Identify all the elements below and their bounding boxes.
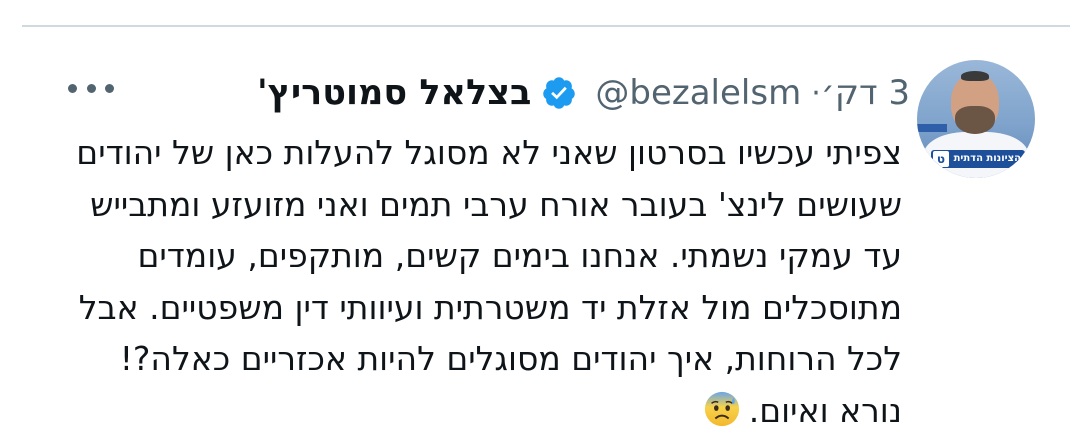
- tweet-text-last-line: נורא ואיום.: [42, 385, 902, 436]
- tweet-text-line: עד עמקי נשמתי. אנחנו בימים קשים, מותקפים…: [137, 236, 902, 275]
- ellipsis-icon-dot: [68, 83, 77, 93]
- ellipsis-icon-dot: [105, 83, 114, 93]
- tweet-text-line: צפיתי עכשיו בסרטון שאני לא מסוגל להעלות …: [76, 133, 902, 172]
- tweet-timestamp[interactable]: 3 דק׳: [821, 73, 910, 113]
- author-handle[interactable]: @bezalelsm: [595, 73, 801, 113]
- avatar[interactable]: הציונות הדתית ט: [917, 60, 1035, 178]
- avatar-party-letter: ט: [933, 151, 949, 167]
- avatar-flag-stripe: [917, 124, 947, 132]
- author-display-name[interactable]: בצלאל סמוטריץ': [257, 73, 531, 113]
- avatar-beard: [955, 106, 995, 134]
- avatar-kippah: [961, 71, 989, 81]
- tweet-text-line: שעושים לינצ' בעובר אורח ערבי תמים ואני מ…: [90, 184, 902, 224]
- ellipsis-icon-dot: [86, 83, 96, 93]
- header-separator: ·: [811, 75, 821, 111]
- tweet-header: בצלאל סמוטריץ' @bezalelsm · 3 דק׳: [257, 63, 910, 123]
- tweet-text-line: לכל הרוחות, איך יהודים מסוגלים להיות אכז…: [119, 339, 902, 378]
- tweet-text-line: נורא ואיום.: [748, 390, 902, 430]
- tweet-text-line: מתוסכלים מול אזלת יד משטרתית ועיוותי דין…: [78, 287, 902, 327]
- anxious-face-with-sweat-icon: [704, 391, 739, 426]
- tweet-card[interactable]: הציונות הדתית ט בצלאל סמוטריץ' @bezalels…: [0, 27, 1080, 436]
- verified-badge-icon: [543, 77, 576, 109]
- tweet-text: צפיתי עכשיו בסרטון שאני לא מסוגל להעלות …: [42, 127, 902, 436]
- more-options-button[interactable]: [68, 73, 114, 103]
